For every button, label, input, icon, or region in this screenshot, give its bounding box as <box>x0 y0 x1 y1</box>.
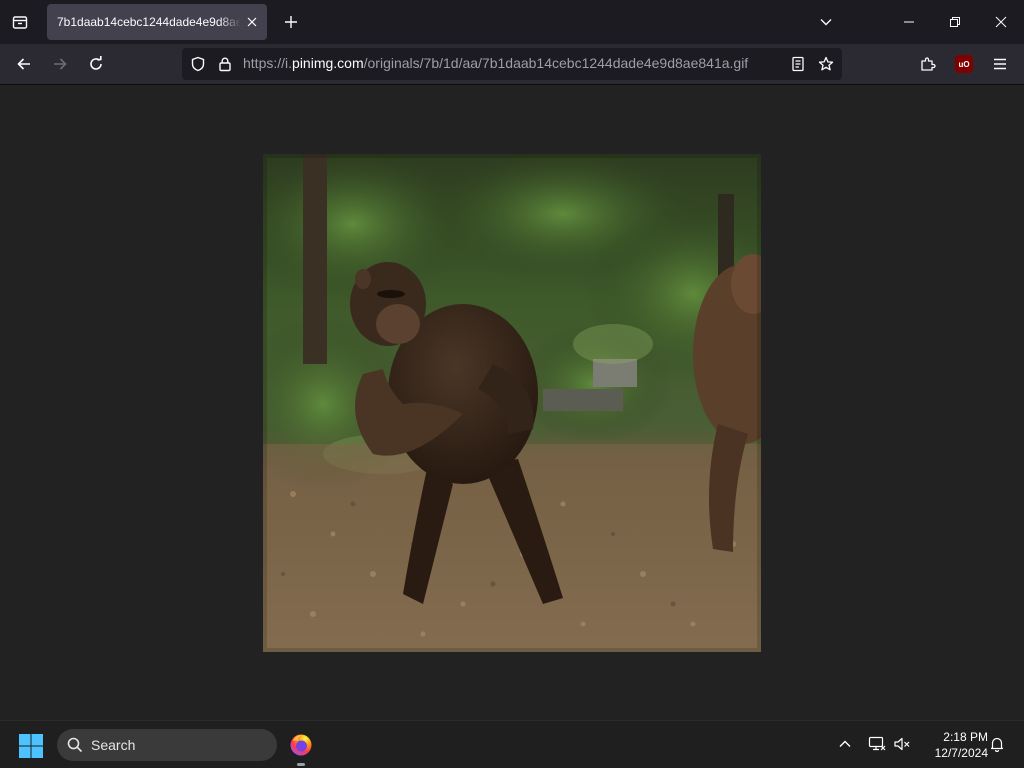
taskbar-search-box[interactable]: Search <box>57 729 277 761</box>
arrow-right-icon <box>54 58 67 70</box>
url-host: pinimg.com <box>292 55 364 71</box>
tracking-protection-shield-icon[interactable] <box>188 54 208 74</box>
search-icon <box>67 737 83 753</box>
reader-view-icon <box>792 56 804 72</box>
new-tab-button[interactable] <box>279 10 303 34</box>
ublock-label: uO <box>958 59 970 69</box>
puzzle-piece-icon <box>921 57 936 71</box>
start-button[interactable] <box>18 733 44 759</box>
reload-button[interactable] <box>82 50 110 78</box>
search-label: Search <box>91 737 136 753</box>
ublock-origin-extension-button[interactable]: uO <box>955 55 973 73</box>
bookmark-star-button[interactable] <box>816 54 836 74</box>
close-icon <box>995 16 1007 28</box>
firefox-icon <box>290 734 312 756</box>
app-menu-button[interactable] <box>986 50 1014 78</box>
taskbar-clock[interactable]: 2:18 PM 12/7/2024 <box>918 729 988 761</box>
forward-button[interactable] <box>46 50 74 78</box>
lock-icon <box>219 57 231 72</box>
volume-button[interactable] <box>891 733 913 755</box>
clock-date: 12/7/2024 <box>934 746 988 760</box>
restore-button[interactable] <box>937 8 973 36</box>
url-bar[interactable]: https://i.pinimg.com/originals/7b/1d/aa/… <box>182 48 842 80</box>
windows-taskbar: Search 2:18 PM 12/7/2024 <box>0 720 1024 768</box>
running-app-indicator <box>297 763 305 766</box>
url-text[interactable]: https://i.pinimg.com/originals/7b/1d/aa/… <box>243 55 748 71</box>
chimpanzee-photo <box>263 154 761 652</box>
restore-icon <box>950 17 960 27</box>
url-scheme: https://i. <box>243 55 293 71</box>
list-all-tabs-button[interactable] <box>814 10 838 34</box>
chevron-down-icon <box>820 19 832 26</box>
show-hidden-icons-button[interactable] <box>834 733 856 755</box>
chevron-up-icon <box>839 740 851 747</box>
gif-image[interactable] <box>263 154 761 652</box>
windows-logo-icon <box>19 734 43 758</box>
minimize-icon <box>904 21 914 23</box>
close-icon <box>247 17 257 27</box>
firefox-view-icon <box>12 16 28 29</box>
page-content <box>0 85 1024 720</box>
navigation-toolbar: https://i.pinimg.com/originals/7b/1d/aa/… <box>0 44 1024 85</box>
tab-title: 7b1daab14cebc1244dade4e9d8ae841a.gif <box>57 15 241 29</box>
close-window-button[interactable] <box>983 8 1019 36</box>
tab-strip: 7b1daab14cebc1244dade4e9d8ae841a.gif <box>0 0 1024 44</box>
plus-icon <box>285 16 297 28</box>
bell-icon <box>990 737 1004 752</box>
browser-tab-active[interactable]: 7b1daab14cebc1244dade4e9d8ae841a.gif <box>47 4 267 40</box>
reader-view-button[interactable] <box>788 54 808 74</box>
site-info-lock-icon[interactable] <box>215 54 235 74</box>
speaker-muted-icon <box>894 737 910 751</box>
notifications-button[interactable] <box>986 733 1008 755</box>
network-disconnected-icon <box>868 736 886 751</box>
tab-close-button[interactable] <box>243 13 261 31</box>
arrow-left-icon <box>17 58 30 70</box>
shield-icon <box>191 56 205 72</box>
clock-time: 2:18 PM <box>943 730 988 744</box>
url-path: /originals/7b/1d/aa/7b1daab14cebc1244dad… <box>363 55 749 71</box>
taskbar-firefox-button[interactable] <box>286 729 316 761</box>
star-icon <box>818 56 834 71</box>
minimize-button[interactable] <box>891 8 927 36</box>
reload-icon <box>90 56 102 70</box>
extensions-button[interactable] <box>914 50 942 78</box>
firefox-view-button[interactable] <box>6 8 34 36</box>
hamburger-menu-icon <box>994 58 1006 70</box>
network-status-button[interactable] <box>866 733 888 755</box>
back-button[interactable] <box>10 50 38 78</box>
